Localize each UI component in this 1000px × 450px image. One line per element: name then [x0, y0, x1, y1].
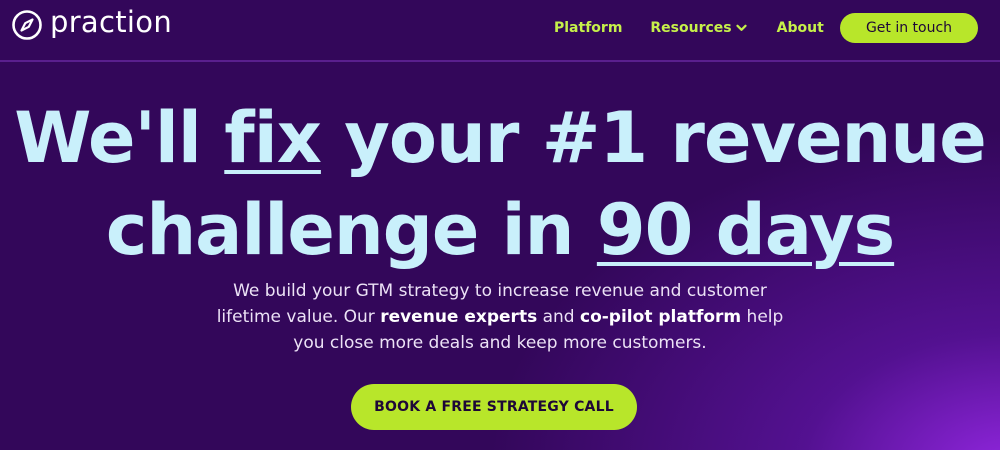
- main-nav: Platform Resources About: [554, 18, 824, 38]
- subtitle-text-2: and: [537, 307, 580, 327]
- hero-headline-line-1: We'll fix your #1 revenue: [0, 92, 1000, 184]
- nav-resources-dropdown[interactable]: Resources: [650, 18, 747, 38]
- brand-logo-link[interactable]: praction: [11, 5, 172, 41]
- nav-about-label: About: [776, 20, 824, 36]
- get-in-touch-button[interactable]: Get in touch: [840, 13, 978, 43]
- chevron-down-icon: [736, 24, 747, 31]
- compass-icon: [12, 10, 42, 40]
- nav-platform-link[interactable]: Platform: [554, 18, 622, 38]
- subtitle-bold-revenue-experts: revenue experts: [380, 307, 538, 327]
- headline-text-2: your #1 revenue: [320, 97, 986, 179]
- headline-text-1: We'll: [14, 97, 225, 179]
- nav-about-link[interactable]: About: [777, 18, 824, 38]
- headline-fix-underlined: fix: [224, 97, 322, 179]
- headline-text-3: challenge in: [105, 189, 597, 271]
- nav-resources-label: Resources: [650, 20, 732, 36]
- headline-90-days-underlined: 90 days: [596, 189, 895, 271]
- book-strategy-call-button[interactable]: BOOK A FREE STRATEGY CALL: [351, 384, 637, 430]
- brand-name: praction: [50, 5, 172, 39]
- hero-subtitle: We build your GTM strategy to increase r…: [200, 278, 800, 356]
- subtitle-bold-copilot-platform: co-pilot platform: [580, 307, 742, 327]
- nav-platform-label: Platform: [554, 20, 623, 36]
- hero-headline: We'll fix your #1 revenue challenge in 9…: [0, 92, 1000, 276]
- top-navbar: praction Platform Resources About Get in…: [0, 0, 1000, 62]
- hero-headline-line-2: challenge in 90 days: [0, 184, 1000, 276]
